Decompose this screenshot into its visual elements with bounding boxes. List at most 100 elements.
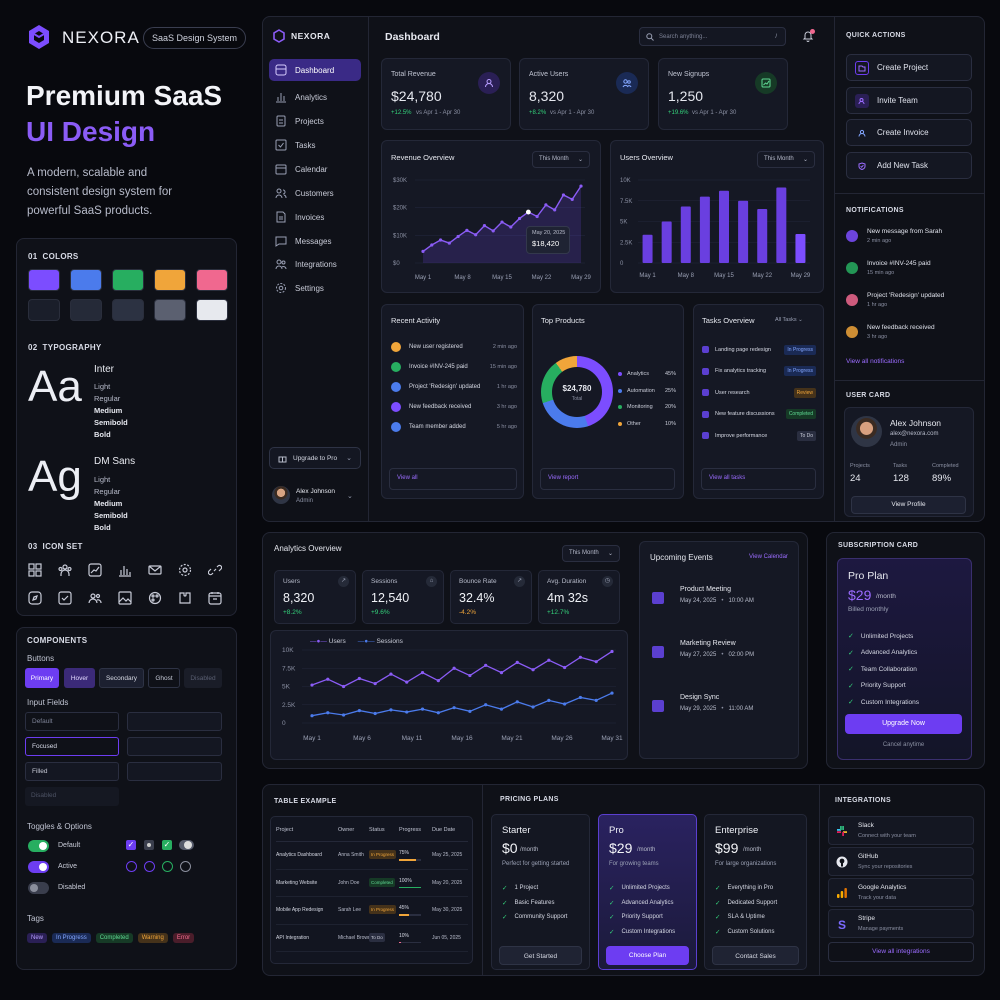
font-weight-sample: Medium [94,406,123,415]
revenue-point [491,229,495,233]
create-invoice-button[interactable]: Create Invoice [846,119,972,146]
input-filled[interactable]: Filled [25,762,119,781]
checkbox-checked-green[interactable]: ✓ [162,840,172,850]
pricing-feature: ✓ Basic Features [502,899,554,907]
analytics-point [610,649,614,654]
table-row[interactable]: Mobile App Redesign Sarah Lee In Progress 4… [276,897,468,925]
event-name: Product Meeting [680,586,731,593]
sidebar-item-calendar[interactable]: Calendar [269,158,361,180]
task-item[interactable]: New feature discussions Completed [702,404,816,426]
font-weight-sample: Semibold [94,418,128,427]
table-row[interactable]: Marketing Website John Doe Completed 100% Ma… [276,870,468,897]
sidebar-item-customers[interactable]: Customers [269,182,361,204]
users-range-dropdown[interactable]: This Month ⌄ [757,151,815,168]
create-project-button[interactable]: Create Project [846,54,972,81]
notification-item[interactable]: Project 'Redesign' updated 1 hr ago [846,292,976,324]
toggle-mini[interactable] [179,840,194,850]
view-report-link[interactable]: View report [540,468,675,490]
btn-secondary[interactable]: Secondary [99,668,144,688]
input-default-b[interactable] [127,712,222,731]
activity-view-all-link[interactable]: View all [389,468,517,490]
user-menu-chevron-icon[interactable]: ⌄ [347,492,353,500]
radio-1[interactable] [126,861,137,872]
input-focused[interactable]: Focused [25,737,119,756]
input-default[interactable]: Default [25,712,119,731]
view-all-notifications-link[interactable]: View all notifications [846,358,904,365]
revenue-point [430,243,434,247]
check-box-icon [58,591,72,605]
pricing-feature-text: Priority Support [621,914,663,920]
radio-4[interactable] [180,861,191,872]
x-tick-label: May 8 [454,275,471,281]
sidebar-item-tasks[interactable]: Tasks [269,134,361,156]
add-new-task-button[interactable]: Add New Task [846,152,972,179]
analytics-stat-value: 32.4% [459,591,495,605]
top-products-title: Top Products [541,316,585,325]
btn-primary[interactable]: Primary [25,668,59,688]
radio-2[interactable] [144,861,155,872]
sidebar-item-dashboard[interactable]: Dashboard [269,59,361,81]
event-item[interactable]: Marketing Review May 27, 2025 • 02:00 PM [652,640,792,694]
color-swatch [154,299,186,321]
x-tick-label: May 29 [571,275,591,281]
task-item[interactable]: Improve performance To Do [702,425,816,447]
analytics-point [578,655,583,659]
task-name: Landing page redesign [715,346,771,353]
check-icon: ✓ [848,682,854,690]
x-tick-label: May 22 [752,273,772,279]
btn-hover[interactable]: Hover [64,668,95,688]
notification-item[interactable]: New feedback received 3 hr ago [846,324,976,356]
btn-ghost[interactable]: Ghost [148,668,180,688]
pricing-feature-text: Dedicated Support [727,899,778,906]
pricing-cta-button[interactable]: Get Started [499,946,582,965]
invite-team-button[interactable]: Invite Team [846,87,972,114]
tags-row: New In Progress Completed Warning Error [27,933,195,943]
table-row[interactable]: API Integration Michael Brown To Do 10% Jun … [276,925,468,952]
input-filled-b[interactable] [127,762,222,781]
upgrade-now-button[interactable]: Upgrade Now [845,714,962,734]
sidebar-item-analytics[interactable]: Analytics [269,86,361,108]
event-item[interactable]: Product Meeting May 24, 2025 • 10:00 AM [652,586,792,640]
input-focused-b[interactable] [127,737,222,756]
view-all-tasks-link[interactable]: View all tasks [701,468,816,490]
sidebar-item-settings[interactable]: Settings [269,277,361,299]
integration-item[interactable]: GitHub Sync your repositories [828,847,974,876]
integration-item[interactable]: Slack Connect with your team [828,816,974,845]
view-all-integrations-link[interactable]: View all integrations [828,942,974,962]
pricing-cta-button[interactable]: Choose Plan [606,946,689,965]
event-item[interactable]: Design Sync May 29, 2025 • 11:00 AM [652,694,792,748]
x-tick-label: May 8 [678,273,695,279]
notification-item[interactable]: Invoice #INV-245 paid 15 min ago [846,260,976,292]
bell-icon[interactable] [802,29,815,42]
tasks-filter[interactable]: All Tasks ⌄ [775,317,803,323]
toggle-default[interactable] [28,840,49,852]
stat-value: $24,780 [391,88,442,104]
upgrade-button[interactable]: Upgrade to Pro ⌄ [269,447,361,469]
pricing-cta-button[interactable]: Contact Sales [712,946,799,965]
checkbox-checked-purple[interactable]: ✓ [126,840,136,850]
sidebar-item-messages[interactable]: Messages [269,230,361,252]
toggle-active[interactable] [28,861,49,873]
analytics-range-dropdown[interactable]: This Month ⌄ [562,545,620,562]
task-item[interactable]: User research Review [702,382,816,404]
radio-3[interactable] [162,861,173,872]
pricing-price: $29 [609,840,633,856]
integration-item[interactable]: S Stripe Manage payments [828,909,974,938]
integration-item[interactable]: Google Analytics Track your data [828,878,974,907]
notification-icon [846,326,858,338]
sidebar-item-integrations[interactable]: Integrations [269,253,361,275]
page-title: Dashboard [385,31,440,43]
checkbox-dot[interactable] [144,840,154,850]
task-item[interactable]: Landing page redesign In Progress [702,339,816,361]
notification-item[interactable]: New message from Sarah 2 min ago [846,228,976,260]
view-calendar-link[interactable]: View Calendar [749,554,788,560]
table-row[interactable]: Analytics Dashboard Anna Smith In Progress… [276,842,468,870]
sidebar-item-projects[interactable]: Projects [269,110,361,132]
sidebar-item-invoices[interactable]: Invoices [269,206,361,228]
search-input[interactable]: Search anything... / [639,27,786,46]
analytics-point [563,702,567,706]
revenue-range-dropdown[interactable]: This Month ⌄ [532,151,590,168]
view-profile-button[interactable]: View Profile [851,496,966,514]
integration-name: Slack [858,822,874,829]
task-item[interactable]: Fix analytics tracking In Progress [702,361,816,383]
